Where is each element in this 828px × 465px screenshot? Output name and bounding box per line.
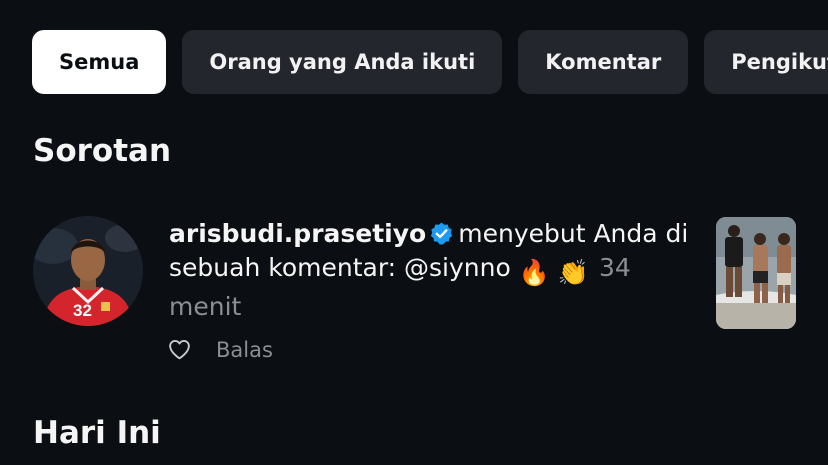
reply-button[interactable]: Balas (216, 338, 273, 362)
fire-emoji-icon: 🔥 (518, 258, 550, 287)
notifications-screen: Semua Orang yang Anda ikuti Komentar Pen… (0, 0, 828, 465)
filter-chips: Semua Orang yang Anda ikuti Komentar Pen… (32, 30, 828, 94)
filter-chip-all[interactable]: Semua (32, 30, 167, 94)
avatar-image: 32 (33, 216, 143, 326)
notification-actions: Balas (167, 337, 273, 362)
heart-icon[interactable] (167, 337, 192, 362)
post-thumbnail-image (716, 217, 796, 329)
filter-chip-comments[interactable]: Komentar (518, 30, 689, 94)
notification-text[interactable]: arisbudi.prasetiyo menyebut Anda di sebua… (169, 217, 699, 324)
section-title-today: Hari Ini (33, 415, 161, 451)
avatar[interactable]: 32 (33, 216, 143, 326)
filter-chip-following[interactable]: Orang yang Anda ikuti (182, 30, 503, 94)
verified-badge-icon (431, 222, 453, 245)
notification-username[interactable]: arisbudi.prasetiyo (169, 219, 426, 248)
filter-chip-followers[interactable]: Pengikut (704, 30, 828, 94)
post-thumbnail[interactable] (716, 217, 796, 329)
svg-text:32: 32 (73, 301, 92, 320)
section-title-highlights: Sorotan (33, 133, 172, 169)
clapping-hands-emoji-icon: 👏 (557, 258, 589, 287)
